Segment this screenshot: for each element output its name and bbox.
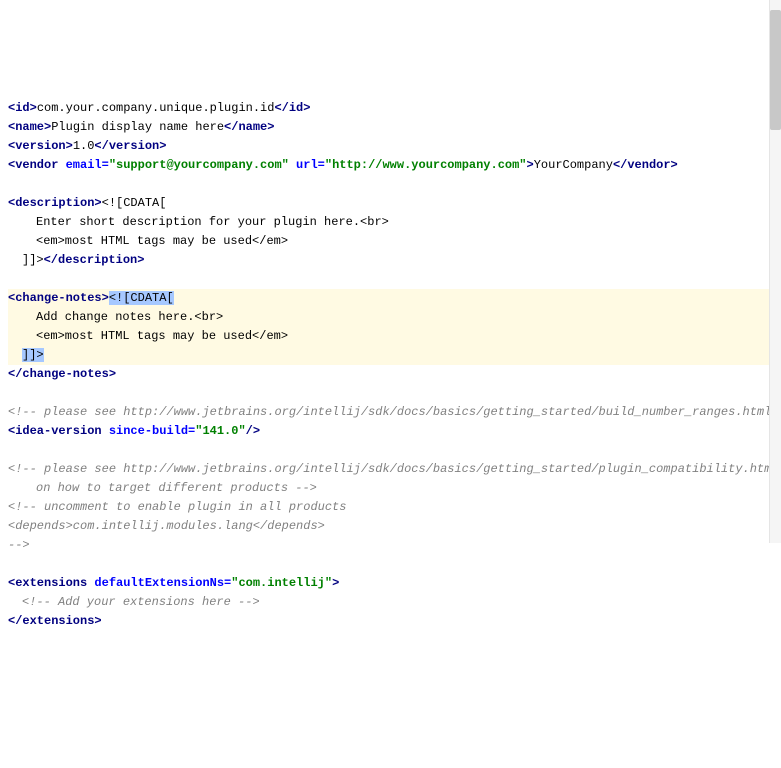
xml-line: <version>1.0</version> [8, 139, 166, 153]
xml-line: <description><![CDATA[ [8, 196, 166, 210]
xml-comment: <!-- uncomment to enable plugin in all p… [8, 500, 346, 514]
xml-line: <vendor email="support@yourcompany.com" … [8, 158, 678, 172]
xml-line: <id>com.your.company.unique.plugin.id</i… [8, 101, 310, 115]
xml-line: <idea-version since-build="141.0"/> [8, 424, 260, 438]
blank-line [8, 557, 15, 571]
xml-line: </change-notes> [8, 367, 116, 381]
xml-line-current: <change-notes><![CDATA[ [8, 289, 773, 308]
blank-line [8, 272, 15, 286]
xml-line: <name>Plugin display name here</name> [8, 120, 274, 134]
xml-line: <extensions defaultExtensionNs="com.inte… [8, 576, 339, 590]
blank-line [8, 386, 15, 400]
cdata-text: <em>most HTML tags may be used</em> [8, 327, 773, 346]
blank-line [8, 177, 15, 191]
cdata-text: Enter short description for your plugin … [8, 215, 389, 229]
scrollbar-thumb[interactable] [770, 10, 781, 130]
vertical-scrollbar[interactable] [769, 0, 781, 543]
cdata-text: Add change notes here.<br> [8, 308, 773, 327]
xml-line: ]]></description> [8, 253, 144, 267]
cdata-close-line: ]]> [8, 346, 773, 365]
cdata-text: <em>most HTML tags may be used</em> [8, 234, 288, 248]
xml-comment: <depends>com.intellij.modules.lang</depe… [8, 519, 325, 533]
xml-comment: <!-- please see http://www.jetbrains.org… [8, 405, 781, 419]
xml-comment: --> [8, 538, 30, 552]
xml-line: </extensions> [8, 614, 102, 628]
xml-comment: on how to target different products --> [8, 481, 317, 495]
xml-comment: <!-- Add your extensions here --> [8, 595, 260, 609]
xml-comment: <!-- please see http://www.jetbrains.org… [8, 462, 779, 476]
blank-line [8, 443, 15, 457]
editor-content[interactable]: <id>com.your.company.unique.plugin.id</i… [8, 80, 773, 631]
